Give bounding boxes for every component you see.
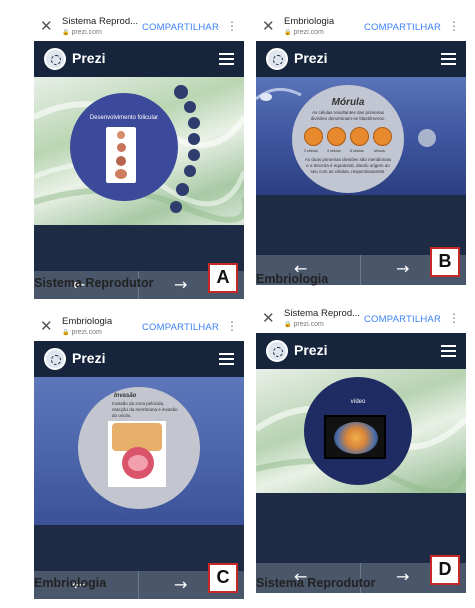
prezi-logo-icon xyxy=(266,48,288,70)
close-icon[interactable]: ✕ xyxy=(40,17,53,35)
follicle-illustration xyxy=(106,127,136,183)
browser-topbar: ✕ Sistema Reprod... 🔒 prezi.com COMPARTIL… xyxy=(34,14,244,41)
more-menu-icon[interactable]: ⋮ xyxy=(226,319,238,333)
screenshot-panel-c: ✕ Embriologia 🔒 prezi.com COMPARTILHAR ⋮ … xyxy=(34,314,244,599)
panel-label: A xyxy=(208,263,238,293)
nav-divider xyxy=(138,571,139,599)
tab-title: Sistema Reprod... xyxy=(62,16,139,27)
nav-node[interactable] xyxy=(188,133,200,145)
next-arrow-icon[interactable]: → xyxy=(396,567,409,586)
prezi-navbar: Prezi xyxy=(34,341,244,377)
more-menu-icon[interactable]: ⋮ xyxy=(226,19,238,33)
nav-node[interactable] xyxy=(184,101,196,113)
browser-topbar: ✕ Embriologia 🔒 prezi.com COMPARTILHAR ⋮ xyxy=(34,314,244,341)
slide-title: Desenvolvimento folicular xyxy=(89,115,159,121)
nav-node[interactable] xyxy=(184,165,196,177)
panel-label: B xyxy=(430,247,460,277)
hamburger-menu-icon[interactable] xyxy=(219,353,234,365)
brand-name: Prezi xyxy=(72,350,106,366)
close-icon[interactable]: ✕ xyxy=(262,17,275,35)
next-arrow-icon[interactable]: → xyxy=(396,259,409,278)
presentation-stage: Mórula As células resultantes das primei… xyxy=(256,77,466,195)
screenshot-panel-a: ✕ Sistema Reprod... 🔒 prezi.com COMPARTIL… xyxy=(34,14,244,299)
hamburger-menu-icon[interactable] xyxy=(441,345,456,357)
more-menu-icon[interactable]: ⋮ xyxy=(448,19,460,33)
close-icon[interactable]: ✕ xyxy=(262,309,275,327)
url-text: 🔒 prezi.com xyxy=(62,329,102,336)
screenshot-panel-d: ✕ Sistema Reprod... 🔒 prezi.com COMPARTIL… xyxy=(256,306,466,593)
url-text: 🔒 prezi.com xyxy=(284,321,324,328)
next-arrow-icon[interactable]: → xyxy=(174,575,187,594)
hamburger-menu-icon[interactable] xyxy=(219,53,234,65)
panel-caption: Sistema Reprodutor xyxy=(34,276,154,290)
prezi-navbar: Prezi xyxy=(256,41,466,77)
lock-icon: 🔒 xyxy=(284,322,292,328)
nav-node[interactable] xyxy=(174,85,188,99)
more-menu-icon[interactable]: ⋮ xyxy=(448,311,460,325)
lock-icon: 🔒 xyxy=(62,330,70,336)
slide-text: As células resultantes das primeiras div… xyxy=(310,110,386,121)
slide-text: Invasão da zona pelúcida, reacção da mem… xyxy=(112,401,178,418)
presentation-stage: Desenvolvimento folicular xyxy=(34,77,244,225)
nav-node[interactable] xyxy=(170,201,182,213)
panel-label: D xyxy=(430,555,460,585)
nav-node[interactable] xyxy=(188,149,200,161)
tab-title: Embriologia xyxy=(284,16,335,27)
tab-title: Embriologia xyxy=(62,316,113,327)
url-text: 🔒 prezi.com xyxy=(284,29,324,36)
nav-node[interactable] xyxy=(418,129,436,147)
panel-caption: Sistema Reprodutor xyxy=(256,576,376,590)
share-button[interactable]: COMPARTILHAR xyxy=(142,322,219,333)
browser-topbar: ✕ Sistema Reprod... 🔒 prezi.com COMPARTIL… xyxy=(256,306,466,333)
dark-area xyxy=(256,493,466,563)
browser-topbar: ✕ Embriologia 🔒 prezi.com COMPARTILHAR ⋮ xyxy=(256,14,466,41)
presentation-stage: Invasão Invasão da zona pelúcida, reacçã… xyxy=(34,377,244,525)
prezi-logo-icon xyxy=(44,48,66,70)
brand-name: Prezi xyxy=(294,342,328,358)
lock-icon: 🔒 xyxy=(62,30,70,36)
slide-title: vídeo xyxy=(350,399,366,405)
prezi-navbar: Prezi xyxy=(256,333,466,369)
slide-text: As duas primeiras divisões são meridiona… xyxy=(304,157,392,174)
hamburger-menu-icon[interactable] xyxy=(441,53,456,65)
brand-name: Prezi xyxy=(294,50,328,66)
nav-node[interactable] xyxy=(188,117,200,129)
screenshot-panel-b: ✕ Embriologia 🔒 prezi.com COMPARTILHAR ⋮ … xyxy=(256,14,466,285)
panel-caption: Embriologia xyxy=(256,272,329,286)
prezi-logo-icon xyxy=(266,340,288,362)
close-icon[interactable]: ✕ xyxy=(40,317,53,335)
video-thumbnail[interactable] xyxy=(324,415,386,459)
cell-division-row xyxy=(304,127,392,149)
cell-labels: 2 células 4 células 8 células Mórula xyxy=(304,149,385,153)
next-arrow-icon[interactable]: → xyxy=(174,275,187,294)
url-text: 🔒 prezi.com xyxy=(62,29,102,36)
presentation-stage: vídeo xyxy=(256,369,466,493)
invasion-illustration xyxy=(108,421,166,487)
share-button[interactable]: COMPARTILHAR xyxy=(364,22,441,33)
panel-label: C xyxy=(208,563,238,593)
prezi-navbar: Prezi xyxy=(34,41,244,77)
dark-area xyxy=(256,195,466,255)
share-button[interactable]: COMPARTILHAR xyxy=(142,22,219,33)
tab-title: Sistema Reprod... xyxy=(284,308,361,319)
brand-name: Prezi xyxy=(72,50,106,66)
share-button[interactable]: COMPARTILHAR xyxy=(364,314,441,325)
lock-icon: 🔒 xyxy=(284,30,292,36)
prezi-logo-icon xyxy=(44,348,66,370)
nav-node[interactable] xyxy=(176,183,189,196)
slide-title: Invasão xyxy=(114,393,137,399)
panel-caption: Embriologia xyxy=(34,576,107,590)
slide-title: Mórula xyxy=(331,97,365,108)
nav-divider xyxy=(360,255,361,285)
